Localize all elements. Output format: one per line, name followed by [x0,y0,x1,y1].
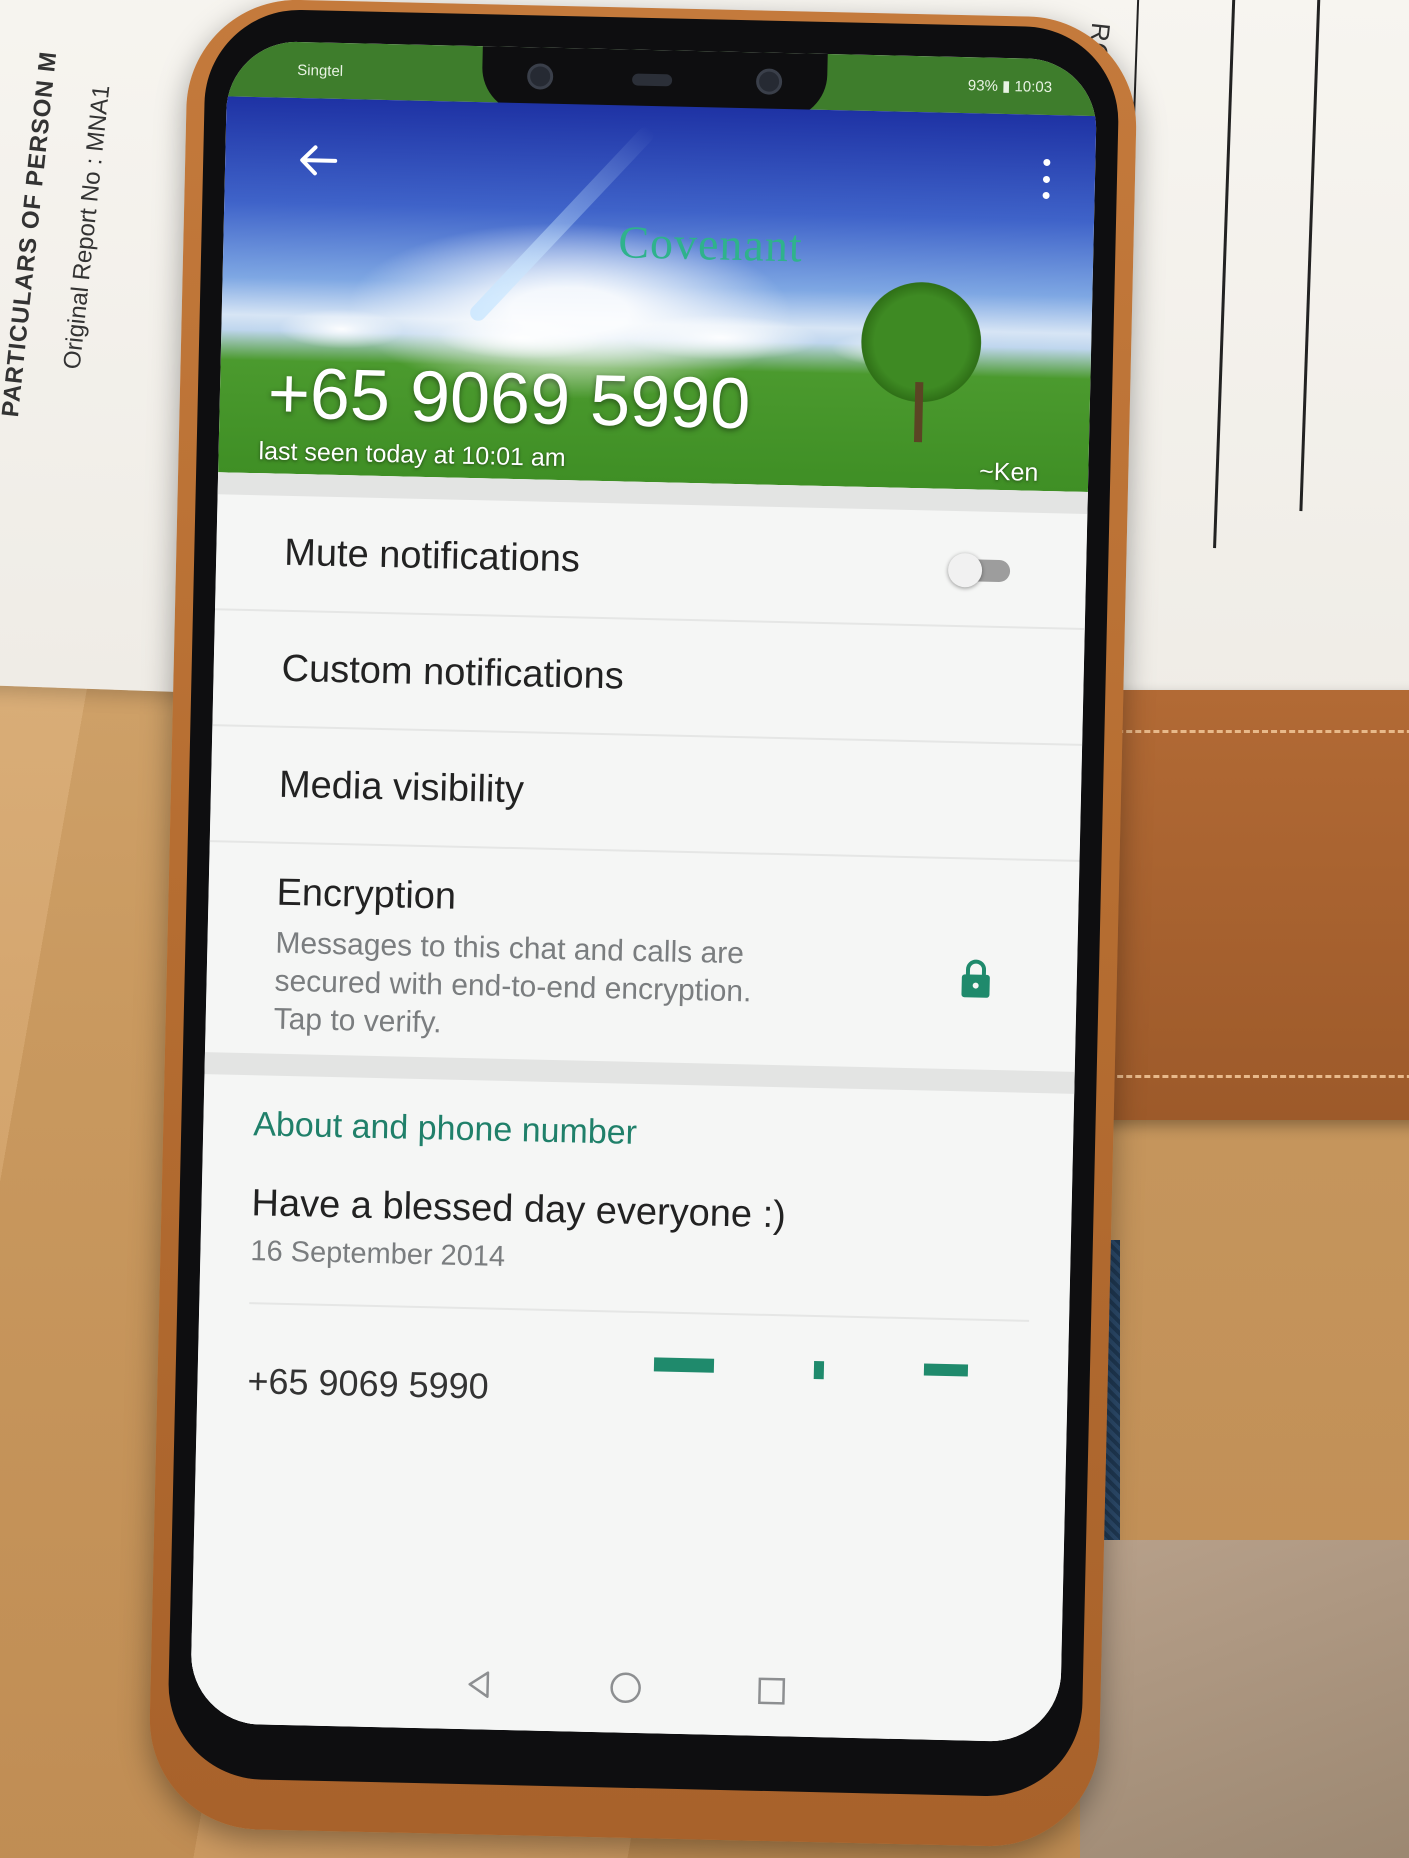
status-right: 93% ▮ 10:03 [968,76,1053,96]
wallpaper-text: Covenant [617,216,804,272]
about-status-date: 16 September 2014 [250,1235,506,1273]
phone-action-icons [653,1357,969,1382]
menu-dot [1042,158,1050,167]
custom-notifications-label: Custom notifications [281,647,625,697]
menu-dot [1042,191,1050,200]
camera-icon [755,68,783,95]
phone-screen: Singtel 93% ▮ 10:03 Covenant +65 9069 59… [189,40,1098,1743]
call-icon[interactable] [813,1360,825,1380]
divider [249,1302,1030,1322]
encryption-row[interactable]: Encryption Messages to this chat and cal… [205,842,1080,1072]
contact-info-list: Mute notifications Custom notifications … [189,472,1088,1743]
phone-body: Singtel 93% ▮ 10:03 Covenant +65 9069 59… [166,7,1121,1799]
mute-notifications-label: Mute notifications [283,531,581,580]
video-call-icon[interactable] [923,1363,969,1377]
paper-rule [1213,0,1236,549]
media-visibility-label: Media visibility [278,763,525,811]
media-visibility-row[interactable]: Media visibility [209,726,1083,862]
contact-title: +65 9069 5990 [267,353,752,445]
floor [1080,1540,1409,1858]
lock-icon [961,959,990,998]
circle-home-icon[interactable] [607,1669,644,1706]
earpiece [631,73,673,87]
battery-level: 93% [967,77,999,95]
custom-notifications-row[interactable]: Custom notifications [212,610,1085,746]
paper-heading: PARTICULARS OF PERSON M [0,49,63,419]
push-name: ~Ken [978,457,1039,487]
navigation-bar [189,1632,1062,1743]
more-vert-icon[interactable] [1039,158,1054,200]
phone-case: Singtel 93% ▮ 10:03 Covenant +65 9069 59… [147,0,1139,1849]
message-icon[interactable] [653,1357,715,1373]
toggle-knob [947,552,983,588]
back-arrow-icon[interactable] [295,138,340,183]
phone-number-row[interactable]: +65 9069 5990 [247,1334,1028,1412]
encryption-description: Messages to this chat and calls are secu… [273,926,752,1040]
clock: 10:03 [1014,78,1053,97]
about-status-text[interactable]: Have a blessed day everyone :) [251,1182,1032,1243]
contact-header: Covenant +65 9069 5990 last seen today a… [218,96,1097,492]
camera-icon [526,63,554,90]
paper-rule [1299,0,1321,512]
about-section-title: About and phone number [252,1105,638,1152]
phone-number-text: +65 9069 5990 [247,1360,490,1407]
paper-report-number: Original Report No : MNA1 [58,83,116,371]
mute-toggle[interactable] [947,552,1015,588]
about-section: About and phone number Have a blessed da… [197,1074,1074,1413]
stitching [1090,1075,1409,1078]
encryption-title: Encryption [276,871,457,918]
battery-icon: ▮ [1001,77,1011,96]
stitching [1090,730,1409,733]
wallpaper-tree-trunk [913,382,924,443]
mute-notifications-row[interactable]: Mute notifications [214,494,1088,630]
carrier-label: Singtel [297,61,344,80]
square-recent-icon[interactable] [753,1673,790,1710]
triangle-back-icon[interactable] [461,1666,498,1703]
menu-dot [1042,175,1050,183]
last-seen-text: last seen today at 10:01 am [258,437,567,473]
